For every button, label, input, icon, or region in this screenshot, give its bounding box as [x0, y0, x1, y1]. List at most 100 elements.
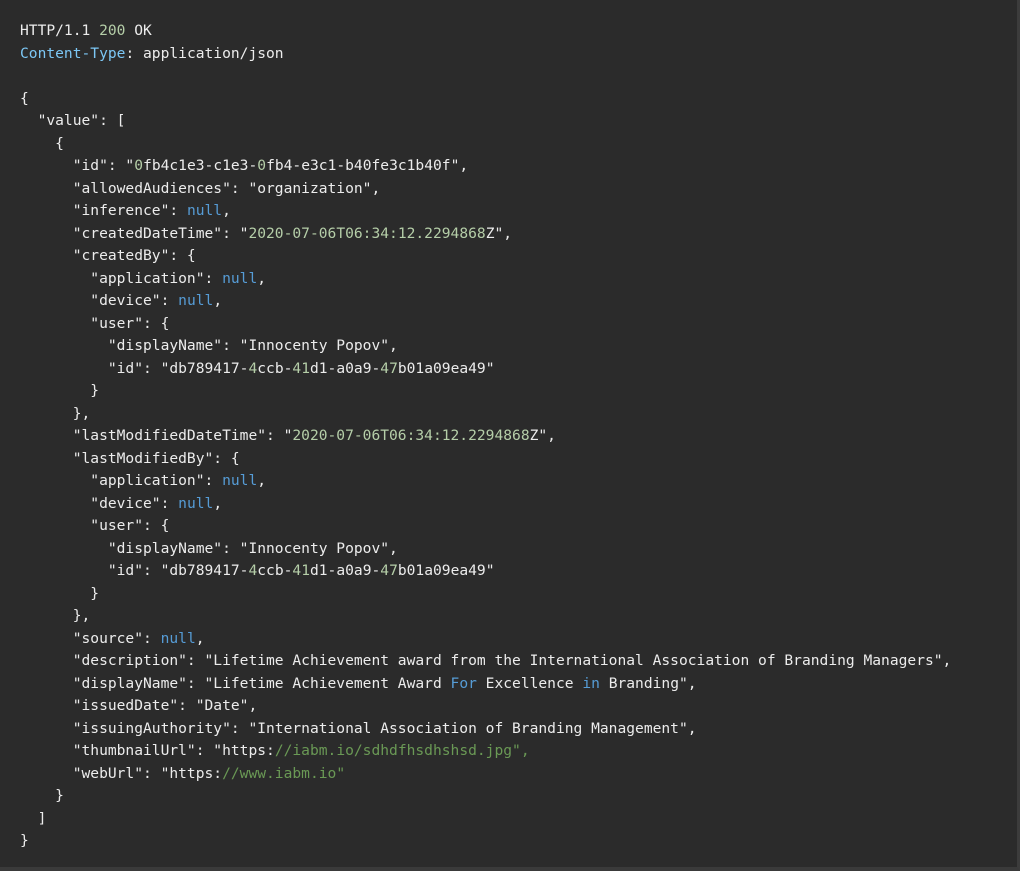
code-token: 200 — [99, 22, 126, 39]
code-token: in — [582, 674, 600, 692]
code-token: fb4c1e3-c1e3- — [143, 157, 258, 174]
code-line: "lastModifiedDateTime": "2020-07-06T06:3… — [20, 425, 951, 448]
code-line: "value": [ — [20, 110, 951, 133]
code-line: "application": null, — [20, 268, 951, 291]
code-line: "lastModifiedBy": { — [20, 448, 951, 471]
code-line: "id": "db789417-4ccb-41d1-a0a9-47b01a09e… — [20, 560, 951, 583]
code-token: "application": — [20, 269, 223, 287]
code-block-panel: HTTP/1.1 200 OK Content-Type: application… — [0, 0, 1020, 871]
code-token: d1-a0a9- — [309, 359, 381, 377]
code-token: "application": — [20, 472, 223, 489]
code-token: null — [186, 202, 223, 219]
code-line: "webUrl": "https://www.iabm.io" — [20, 763, 951, 786]
http-response-code: HTTP/1.1 200 OK Content-Type: application… — [20, 20, 951, 853]
code-token: "thumbnailUrl": "https: — [20, 742, 275, 759]
code-token: "inference": — [20, 202, 187, 219]
code-line: HTTP/1.1 200 OK — [20, 20, 951, 43]
code-token: "issuedDate": "Date", — [20, 697, 258, 714]
code-token: , — [257, 269, 267, 287]
code-token: b01a09ea49" — [397, 562, 495, 579]
code-token: d1-a0a9- — [309, 562, 381, 579]
code-token: "displayName": "Innocenty Popov", — [20, 337, 398, 354]
code-token: } — [20, 787, 64, 804]
code-token: "device": — [20, 494, 179, 512]
code-token: "user": { — [20, 314, 170, 332]
code-token: null — [222, 269, 258, 287]
code-token: "id": " — [20, 157, 135, 174]
code-token: "device": — [20, 292, 179, 309]
code-line: "displayName": "Innocenty Popov", — [20, 335, 951, 358]
code-token: : application/json — [125, 44, 284, 62]
code-token: 0 — [257, 157, 267, 174]
code-token: OK — [125, 22, 152, 39]
code-token: HTTP/1.1 — [20, 22, 100, 39]
code-line: "id": "0fb4c1e3-c1e3-0fb4-e3c1-b40fe3c1b… — [20, 155, 951, 178]
code-token: "description": "Lifetime Achievement awa… — [20, 652, 952, 669]
code-token: ccb- — [257, 562, 293, 579]
code-line: } — [20, 380, 951, 403]
code-token: , — [213, 292, 223, 309]
code-line: }, — [20, 605, 951, 628]
code-token: Content-Type — [20, 44, 126, 62]
code-token: , — [257, 472, 267, 489]
code-token: Z", — [485, 224, 513, 242]
code-token: }, — [20, 404, 91, 422]
code-token: "id": "db789417- — [20, 359, 249, 377]
code-token: 47 — [380, 359, 398, 377]
code-token: 4 — [248, 562, 258, 579]
code-token: { — [20, 89, 29, 107]
code-line: "id": "db789417-4ccb-41d1-a0a9-47b01a09e… — [20, 358, 951, 381]
code-line: "user": { — [20, 515, 951, 538]
code-token: "issuingAuthority": "International Assoc… — [20, 719, 697, 737]
code-token: Excellence — [476, 674, 583, 692]
code-token: 4 — [248, 359, 258, 377]
code-token: "user": { — [20, 517, 170, 534]
code-line: { — [20, 133, 951, 156]
code-line: "user": { — [20, 313, 951, 336]
code-token: } — [20, 832, 29, 849]
code-line: Content-Type: application/json — [20, 43, 951, 66]
code-token: b01a09ea49" — [397, 359, 495, 377]
code-token: null — [178, 494, 214, 512]
code-token: , — [195, 629, 205, 647]
code-line: "issuedDate": "Date", — [20, 695, 951, 718]
code-token: "displayName": "Innocenty Popov", — [20, 539, 398, 557]
code-token: "id": "db789417- — [20, 562, 249, 579]
code-token: fb4-e3c1-b40fe3c1b40f", — [266, 157, 469, 174]
code-token: null — [178, 292, 214, 309]
code-token: "createdBy": { — [20, 247, 196, 264]
code-token: 41 — [292, 359, 310, 377]
code-line: "displayName": "Innocenty Popov", — [20, 538, 951, 561]
code-token: 41 — [292, 562, 310, 579]
code-line: "allowedAudiences": "organization", — [20, 178, 951, 201]
code-token: "source": — [20, 629, 161, 647]
code-token: , — [213, 494, 223, 512]
code-token: For — [450, 674, 477, 692]
code-line: "createdBy": { — [20, 245, 951, 268]
code-line: "description": "Lifetime Achievement awa… — [20, 650, 952, 673]
code-token: //iabm.io/sdhdfhsdhshsd.jpg", — [274, 742, 530, 759]
code-token: "lastModifiedBy": { — [20, 449, 240, 467]
code-line: } — [20, 830, 951, 853]
code-line: "displayName": "Lifetime Achievement Awa… — [20, 673, 951, 696]
code-token: "webUrl": "https: — [20, 764, 223, 782]
code-line: }, — [20, 403, 951, 426]
code-token: //www.iabm.io" — [222, 764, 346, 782]
code-token: null — [222, 472, 258, 489]
code-token: "lastModifiedDateTime": " — [20, 427, 293, 444]
code-line: } — [20, 785, 951, 808]
code-token: } — [20, 584, 100, 602]
code-token: 2020-07-06T06:34:12.2294868 — [248, 224, 486, 242]
code-line: "createdDateTime": "2020-07-06T06:34:12.… — [20, 223, 951, 246]
code-token: }, — [20, 607, 91, 624]
code-token: Branding", — [599, 674, 697, 692]
code-token: 47 — [380, 562, 398, 579]
code-line: { — [20, 88, 951, 111]
code-token: , — [222, 202, 231, 219]
code-token: "allowedAudiences": "organization", — [20, 179, 381, 197]
code-line: "issuingAuthority": "International Assoc… — [20, 718, 951, 741]
code-token: "displayName": "Lifetime Achievement Awa… — [20, 674, 451, 692]
code-line: "device": null, — [20, 290, 951, 313]
code-token: { — [20, 134, 64, 152]
